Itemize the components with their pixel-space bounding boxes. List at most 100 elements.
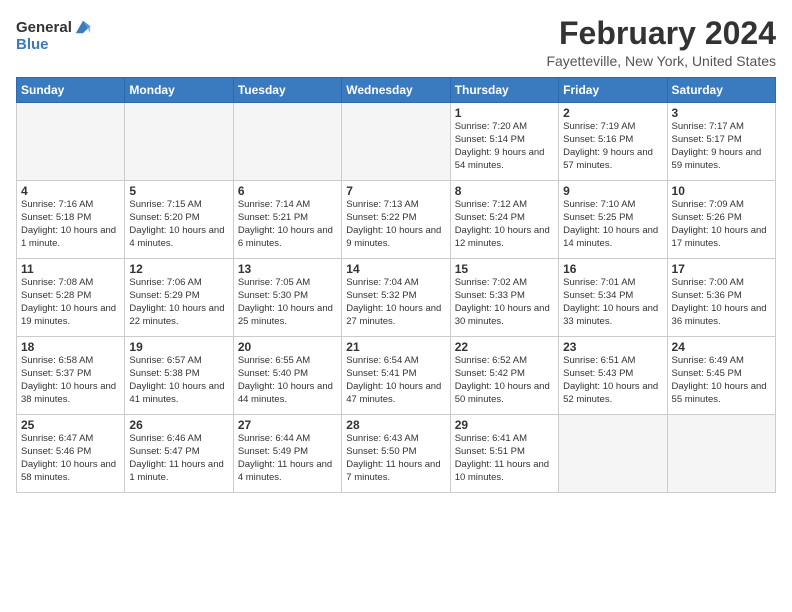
day-number: 4 bbox=[21, 184, 120, 198]
day-number: 22 bbox=[455, 340, 554, 354]
header-thursday: Thursday bbox=[450, 78, 558, 103]
table-row: 25Sunrise: 6:47 AMSunset: 5:46 PMDayligh… bbox=[17, 415, 125, 493]
day-detail: Sunrise: 6:58 AMSunset: 5:37 PMDaylight:… bbox=[21, 355, 120, 406]
table-row: 23Sunrise: 6:51 AMSunset: 5:43 PMDayligh… bbox=[559, 337, 667, 415]
table-row bbox=[342, 103, 450, 181]
table-row: 22Sunrise: 6:52 AMSunset: 5:42 PMDayligh… bbox=[450, 337, 558, 415]
logo-icon bbox=[74, 18, 92, 36]
table-row: 3Sunrise: 7:17 AMSunset: 5:17 PMDaylight… bbox=[667, 103, 775, 181]
table-row bbox=[559, 415, 667, 493]
table-row: 18Sunrise: 6:58 AMSunset: 5:37 PMDayligh… bbox=[17, 337, 125, 415]
table-row: 28Sunrise: 6:43 AMSunset: 5:50 PMDayligh… bbox=[342, 415, 450, 493]
day-detail: Sunrise: 6:43 AMSunset: 5:50 PMDaylight:… bbox=[346, 433, 445, 484]
header-friday: Friday bbox=[559, 78, 667, 103]
location: Fayetteville, New York, United States bbox=[546, 53, 776, 69]
table-row: 19Sunrise: 6:57 AMSunset: 5:38 PMDayligh… bbox=[125, 337, 233, 415]
day-number: 8 bbox=[455, 184, 554, 198]
day-number: 15 bbox=[455, 262, 554, 276]
header: General Blue February 2024 Fayetteville,… bbox=[16, 16, 776, 69]
day-number: 1 bbox=[455, 106, 554, 120]
day-detail: Sunrise: 7:12 AMSunset: 5:24 PMDaylight:… bbox=[455, 199, 554, 250]
table-row: 5Sunrise: 7:15 AMSunset: 5:20 PMDaylight… bbox=[125, 181, 233, 259]
header-saturday: Saturday bbox=[667, 78, 775, 103]
month-title: February 2024 bbox=[546, 16, 776, 51]
table-row bbox=[17, 103, 125, 181]
day-detail: Sunrise: 7:00 AMSunset: 5:36 PMDaylight:… bbox=[672, 277, 771, 328]
day-detail: Sunrise: 6:55 AMSunset: 5:40 PMDaylight:… bbox=[238, 355, 337, 406]
day-detail: Sunrise: 6:54 AMSunset: 5:41 PMDaylight:… bbox=[346, 355, 445, 406]
table-row: 1Sunrise: 7:20 AMSunset: 5:14 PMDaylight… bbox=[450, 103, 558, 181]
day-number: 9 bbox=[563, 184, 662, 198]
table-row: 9Sunrise: 7:10 AMSunset: 5:25 PMDaylight… bbox=[559, 181, 667, 259]
table-row: 7Sunrise: 7:13 AMSunset: 5:22 PMDaylight… bbox=[342, 181, 450, 259]
day-detail: Sunrise: 7:10 AMSunset: 5:25 PMDaylight:… bbox=[563, 199, 662, 250]
day-number: 3 bbox=[672, 106, 771, 120]
day-number: 5 bbox=[129, 184, 228, 198]
table-row bbox=[233, 103, 341, 181]
day-number: 16 bbox=[563, 262, 662, 276]
table-row: 24Sunrise: 6:49 AMSunset: 5:45 PMDayligh… bbox=[667, 337, 775, 415]
table-row: 21Sunrise: 6:54 AMSunset: 5:41 PMDayligh… bbox=[342, 337, 450, 415]
calendar-week-2: 11Sunrise: 7:08 AMSunset: 5:28 PMDayligh… bbox=[17, 259, 776, 337]
calendar-table: Sunday Monday Tuesday Wednesday Thursday… bbox=[16, 77, 776, 493]
table-row: 6Sunrise: 7:14 AMSunset: 5:21 PMDaylight… bbox=[233, 181, 341, 259]
day-number: 13 bbox=[238, 262, 337, 276]
day-detail: Sunrise: 6:44 AMSunset: 5:49 PMDaylight:… bbox=[238, 433, 337, 484]
day-number: 17 bbox=[672, 262, 771, 276]
header-wednesday: Wednesday bbox=[342, 78, 450, 103]
calendar-week-3: 18Sunrise: 6:58 AMSunset: 5:37 PMDayligh… bbox=[17, 337, 776, 415]
day-detail: Sunrise: 7:19 AMSunset: 5:16 PMDaylight:… bbox=[563, 121, 662, 172]
day-detail: Sunrise: 6:49 AMSunset: 5:45 PMDaylight:… bbox=[672, 355, 771, 406]
table-row: 29Sunrise: 6:41 AMSunset: 5:51 PMDayligh… bbox=[450, 415, 558, 493]
table-row: 26Sunrise: 6:46 AMSunset: 5:47 PMDayligh… bbox=[125, 415, 233, 493]
day-detail: Sunrise: 7:20 AMSunset: 5:14 PMDaylight:… bbox=[455, 121, 554, 172]
day-number: 25 bbox=[21, 418, 120, 432]
table-row: 12Sunrise: 7:06 AMSunset: 5:29 PMDayligh… bbox=[125, 259, 233, 337]
day-detail: Sunrise: 7:05 AMSunset: 5:30 PMDaylight:… bbox=[238, 277, 337, 328]
day-number: 6 bbox=[238, 184, 337, 198]
table-row: 8Sunrise: 7:12 AMSunset: 5:24 PMDaylight… bbox=[450, 181, 558, 259]
day-number: 12 bbox=[129, 262, 228, 276]
day-number: 7 bbox=[346, 184, 445, 198]
table-row bbox=[667, 415, 775, 493]
table-row: 17Sunrise: 7:00 AMSunset: 5:36 PMDayligh… bbox=[667, 259, 775, 337]
logo-blue-text: Blue bbox=[16, 37, 92, 54]
day-detail: Sunrise: 6:57 AMSunset: 5:38 PMDaylight:… bbox=[129, 355, 228, 406]
day-detail: Sunrise: 6:47 AMSunset: 5:46 PMDaylight:… bbox=[21, 433, 120, 484]
header-monday: Monday bbox=[125, 78, 233, 103]
table-row: 4Sunrise: 7:16 AMSunset: 5:18 PMDaylight… bbox=[17, 181, 125, 259]
day-number: 26 bbox=[129, 418, 228, 432]
table-row: 13Sunrise: 7:05 AMSunset: 5:30 PMDayligh… bbox=[233, 259, 341, 337]
day-number: 20 bbox=[238, 340, 337, 354]
day-number: 10 bbox=[672, 184, 771, 198]
table-row: 20Sunrise: 6:55 AMSunset: 5:40 PMDayligh… bbox=[233, 337, 341, 415]
day-number: 29 bbox=[455, 418, 554, 432]
table-row: 27Sunrise: 6:44 AMSunset: 5:49 PMDayligh… bbox=[233, 415, 341, 493]
table-row: 16Sunrise: 7:01 AMSunset: 5:34 PMDayligh… bbox=[559, 259, 667, 337]
day-detail: Sunrise: 7:09 AMSunset: 5:26 PMDaylight:… bbox=[672, 199, 771, 250]
day-number: 27 bbox=[238, 418, 337, 432]
day-detail: Sunrise: 6:51 AMSunset: 5:43 PMDaylight:… bbox=[563, 355, 662, 406]
day-number: 18 bbox=[21, 340, 120, 354]
day-detail: Sunrise: 7:17 AMSunset: 5:17 PMDaylight:… bbox=[672, 121, 771, 172]
header-tuesday: Tuesday bbox=[233, 78, 341, 103]
day-number: 11 bbox=[21, 262, 120, 276]
day-detail: Sunrise: 7:15 AMSunset: 5:20 PMDaylight:… bbox=[129, 199, 228, 250]
day-number: 19 bbox=[129, 340, 228, 354]
day-detail: Sunrise: 7:01 AMSunset: 5:34 PMDaylight:… bbox=[563, 277, 662, 328]
table-row: 11Sunrise: 7:08 AMSunset: 5:28 PMDayligh… bbox=[17, 259, 125, 337]
day-number: 23 bbox=[563, 340, 662, 354]
table-row: 15Sunrise: 7:02 AMSunset: 5:33 PMDayligh… bbox=[450, 259, 558, 337]
day-detail: Sunrise: 7:16 AMSunset: 5:18 PMDaylight:… bbox=[21, 199, 120, 250]
day-detail: Sunrise: 7:14 AMSunset: 5:21 PMDaylight:… bbox=[238, 199, 337, 250]
day-number: 2 bbox=[563, 106, 662, 120]
calendar-header-row: Sunday Monday Tuesday Wednesday Thursday… bbox=[17, 78, 776, 103]
day-number: 14 bbox=[346, 262, 445, 276]
day-detail: Sunrise: 7:06 AMSunset: 5:29 PMDaylight:… bbox=[129, 277, 228, 328]
day-detail: Sunrise: 7:04 AMSunset: 5:32 PMDaylight:… bbox=[346, 277, 445, 328]
table-row: 2Sunrise: 7:19 AMSunset: 5:16 PMDaylight… bbox=[559, 103, 667, 181]
table-row: 10Sunrise: 7:09 AMSunset: 5:26 PMDayligh… bbox=[667, 181, 775, 259]
logo-general-text: General bbox=[16, 20, 72, 37]
calendar-week-1: 4Sunrise: 7:16 AMSunset: 5:18 PMDaylight… bbox=[17, 181, 776, 259]
day-number: 28 bbox=[346, 418, 445, 432]
